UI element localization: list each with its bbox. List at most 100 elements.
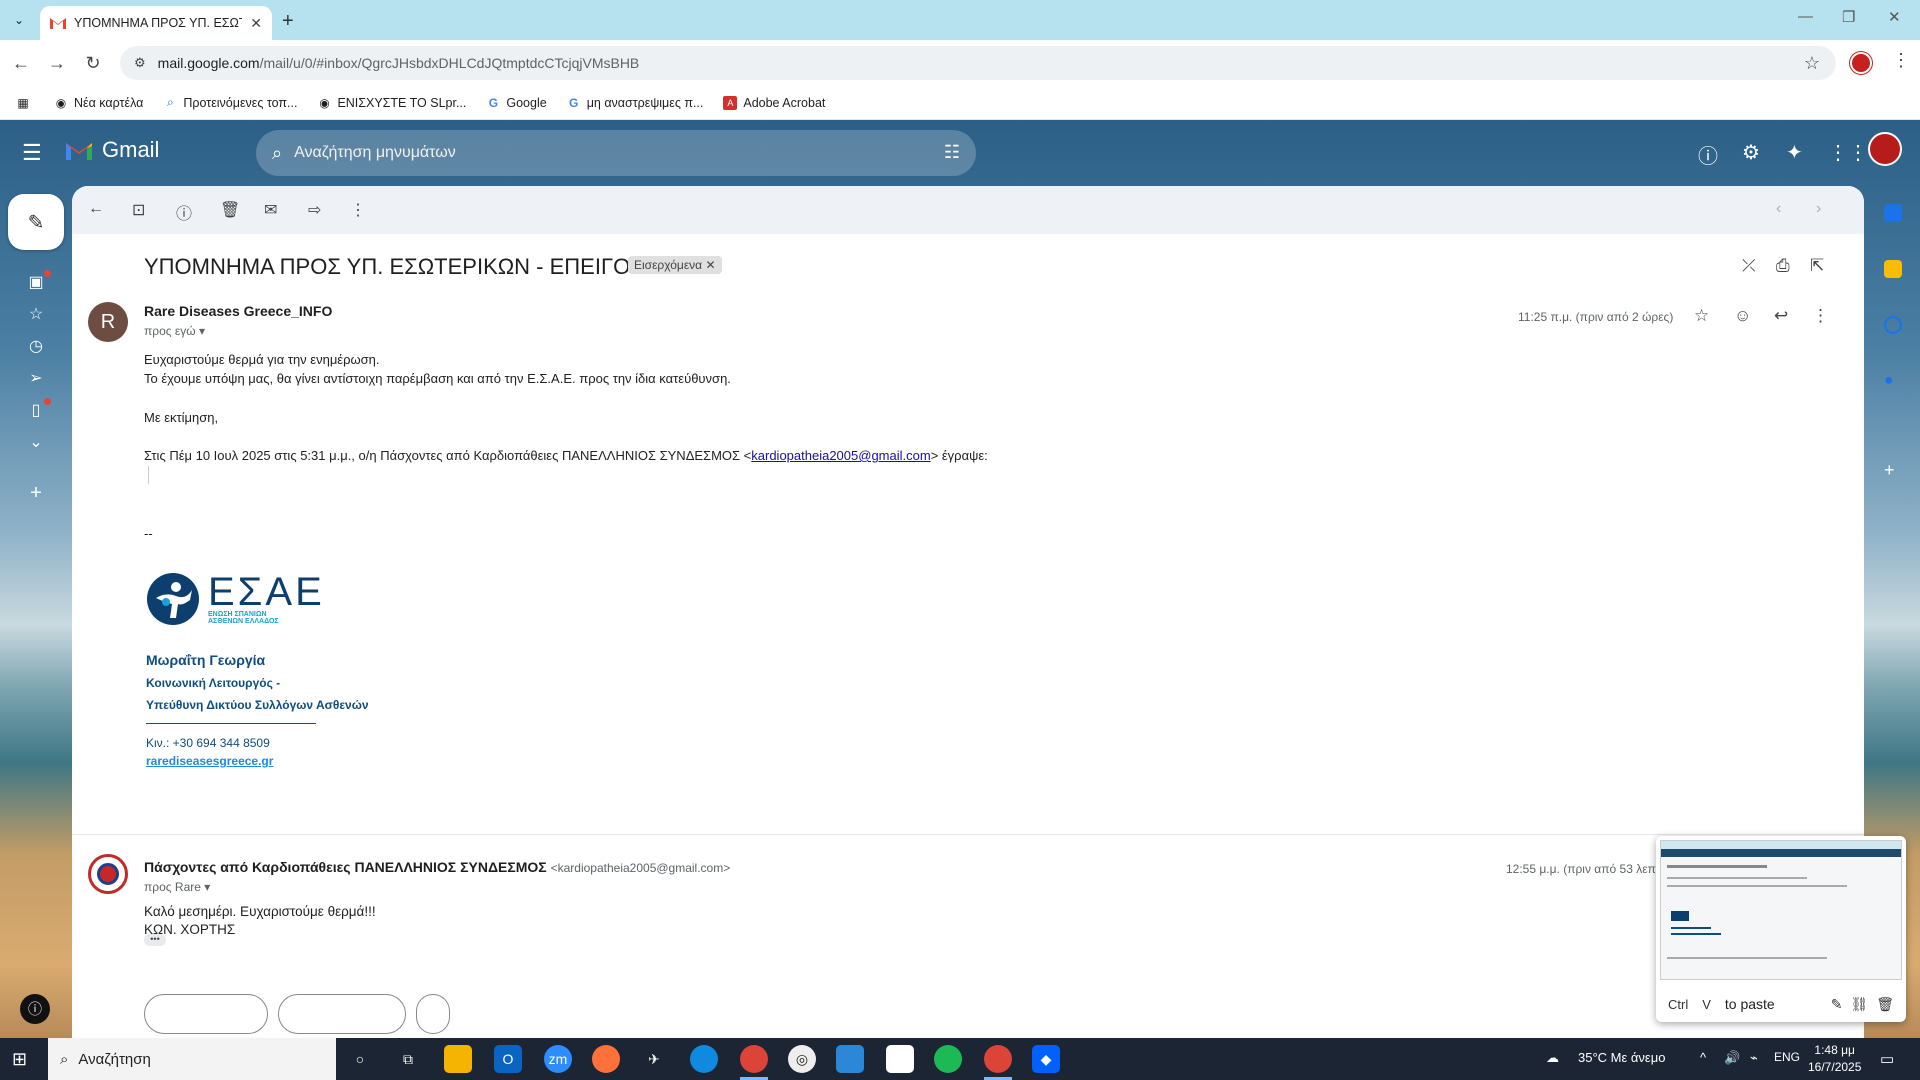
forward-button[interactable] <box>278 994 406 1034</box>
search-icon[interactable]: ⌕ <box>272 143 282 164</box>
cortana-icon[interactable]: ○ <box>346 1045 374 1073</box>
report-spam-icon[interactable]: ⓘ <box>176 200 192 224</box>
zoom-icon[interactable]: zm <box>544 1045 572 1073</box>
site-settings-icon[interactable]: ⚙ <box>134 55 146 71</box>
volume-icon[interactable]: 🔊 <box>1724 1050 1740 1066</box>
older-chevron-icon[interactable]: › <box>1816 200 1821 218</box>
account-avatar[interactable] <box>1868 132 1902 166</box>
reply-icon[interactable]: ↩ <box>1774 306 1788 326</box>
sent-icon[interactable]: ➢ <box>26 368 46 388</box>
tab-close-icon[interactable]: ✕ <box>250 15 262 32</box>
gemini-sparkle-icon[interactable]: ✦ <box>1786 140 1803 165</box>
outlook-icon[interactable]: O <box>494 1045 522 1073</box>
sender-line[interactable]: Πάσχοντες από Καρδιοπάθειες ΠΑΝΕΛΛΗΝΙΟΣ … <box>144 859 730 875</box>
move-to-icon[interactable]: ⇨ <box>308 200 321 220</box>
tab-search-chevron-icon[interactable]: ⌄ <box>6 8 32 32</box>
minimize-icon[interactable]: — <box>1798 8 1813 25</box>
chrome-menu-icon[interactable]: ⋮ <box>1892 50 1910 71</box>
bookmark-star-icon[interactable]: ☆ <box>1804 53 1820 74</box>
dropbox-icon[interactable]: ◆ <box>1032 1045 1060 1073</box>
taskbar-search-input[interactable]: Αναζήτηση <box>78 1051 150 1068</box>
weather-icon[interactable]: ☁ <box>1546 1050 1559 1066</box>
bookmark-acrobat[interactable]: A Adobe Acrobat <box>723 95 825 110</box>
clipboard-screenshot-popup[interactable]: Ctrl V to paste ✎ ⛓ 🗑 <box>1656 836 1906 1022</box>
edge-icon[interactable] <box>690 1045 718 1073</box>
search-options-icon[interactable]: ☷ <box>944 142 960 163</box>
add-addon-plus-icon[interactable]: + <box>1884 460 1902 480</box>
sender-avatar[interactable]: R <box>88 302 128 342</box>
edit-pen-icon[interactable]: ✎ <box>1831 996 1843 1013</box>
emoji-button[interactable] <box>416 994 450 1034</box>
search-input[interactable]: Αναζήτηση μηνυμάτων <box>294 144 456 162</box>
recipient-dropdown-icon[interactable]: ▾ <box>199 324 205 338</box>
mark-unread-icon[interactable]: ✉ <box>264 200 277 220</box>
back-arrow-icon[interactable]: ← <box>8 50 34 76</box>
bookmark-suggested[interactable]: ⌕ Προτεινόμενες τοπ... <box>163 95 297 110</box>
apps-grid-icon[interactable]: ▦ <box>16 96 30 110</box>
google-apps-icon[interactable]: ⋮⋮ <box>1828 140 1868 165</box>
open-new-window-icon[interactable]: ⇱ <box>1810 256 1824 276</box>
snoozed-clock-icon[interactable]: ◷ <box>26 336 46 356</box>
window-close-icon[interactable]: ✕ <box>1888 8 1901 26</box>
store-icon[interactable] <box>836 1045 864 1073</box>
reload-icon[interactable]: ↻ <box>80 50 106 76</box>
delete-icon[interactable]: 🗑 <box>1876 996 1894 1013</box>
task-view-icon[interactable]: ⧉ <box>394 1045 422 1073</box>
emoji-react-icon[interactable]: ☺ <box>1734 306 1751 326</box>
bookmark-google[interactable]: G Google <box>486 96 547 110</box>
screenshot-thumbnail[interactable] <box>1660 840 1902 980</box>
mail-search-bar[interactable]: ⌕ Αναζήτηση μηνυμάτων ☷ <box>256 130 976 176</box>
more-options-icon[interactable]: ⋮ <box>350 200 366 220</box>
newer-chevron-icon[interactable]: ‹ <box>1776 200 1781 218</box>
help-icon[interactable]: ⓘ <box>1698 140 1718 169</box>
inbox-label-chip[interactable]: Εισερχόμενα ✕ <box>628 256 722 274</box>
bookmark-new-tab[interactable]: ◉ Νέα καρτέλα <box>54 96 144 110</box>
tasks-icon[interactable] <box>1884 316 1902 334</box>
reply-button[interactable] <box>144 994 268 1034</box>
sender-avatar[interactable] <box>88 854 128 894</box>
message-more-icon[interactable]: ⋮ <box>1812 306 1829 326</box>
chrome-profile2-icon[interactable] <box>984 1045 1012 1073</box>
spotify-icon[interactable] <box>934 1045 962 1073</box>
main-menu-icon[interactable]: ☰ <box>22 140 42 166</box>
recipient-dropdown-icon[interactable]: ▾ <box>204 880 210 894</box>
back-to-inbox-icon[interactable]: ← <box>88 200 104 218</box>
compose-button[interactable]: ✎ <box>8 194 64 250</box>
delete-trash-icon[interactable]: 🗑 <box>220 200 240 220</box>
remove-label-icon[interactable]: ✕ <box>705 258 715 272</box>
firefox-icon[interactable] <box>592 1045 620 1073</box>
media-player-icon[interactable]: ◎ <box>788 1045 816 1073</box>
new-tab-button[interactable]: + <box>282 10 294 33</box>
settings-gear-icon[interactable]: ⚙ <box>1742 140 1760 165</box>
info-circle-icon[interactable]: ⓘ <box>20 994 50 1024</box>
forward-arrow-icon[interactable]: → <box>44 50 70 76</box>
windows-start-icon[interactable]: ⊞ <box>12 1049 27 1070</box>
file-explorer-icon[interactable] <box>444 1045 472 1073</box>
taskbar-search[interactable]: ⌕ Αναζήτηση <box>48 1038 336 1080</box>
collapse-all-icon[interactable]: ⤫ <box>1742 256 1756 276</box>
network-icon[interactable]: ⌁ <box>1750 1050 1758 1066</box>
show-trimmed-content-button[interactable]: ••• <box>144 934 166 946</box>
inbox-icon[interactable]: ▣ <box>26 272 46 292</box>
tray-expand-icon[interactable]: ^ <box>1700 1050 1706 1065</box>
star-icon[interactable]: ☆ <box>1694 306 1709 326</box>
recipient-line[interactable]: προς Rare ▾ <box>144 880 210 894</box>
gmail-logo[interactable]: Gmail <box>64 137 159 163</box>
steam-icon[interactable]: ✈ <box>640 1045 668 1073</box>
recipient-line[interactable]: προς εγώ ▾ <box>144 324 205 338</box>
calendar-icon[interactable] <box>1884 204 1902 222</box>
bookmark-irreversible[interactable]: Gμη αναστρεψιμες π... <box>567 96 703 110</box>
print-icon[interactable]: ⎙ <box>1776 256 1790 276</box>
browser-tab-gmail[interactable]: ΥΠΟΜΝΗΜΑ ΠΡΟΣ ΥΠ. ΕΣΩΤΕΡ ✕ <box>40 6 272 40</box>
more-chevron-icon[interactable]: ⌄ <box>26 432 46 452</box>
sender-name[interactable]: Rare Diseases Greece_INFO <box>144 303 332 319</box>
archive-icon[interactable]: ⊡ <box>132 200 145 220</box>
link-icon[interactable]: ⛓ <box>1850 996 1868 1013</box>
address-bar[interactable]: ⚙ mail.google.com/mail/u/0/#inbox/QgrcJH… <box>120 46 1836 80</box>
chrome-profile-avatar[interactable] <box>1850 52 1872 74</box>
starred-icon[interactable]: ☆ <box>26 304 46 324</box>
chrome-icon[interactable] <box>740 1045 768 1073</box>
restore-icon[interactable]: ❐ <box>1842 8 1855 26</box>
contacts-icon[interactable]: ● <box>1884 372 1902 390</box>
add-label-plus-icon[interactable]: + <box>26 482 46 505</box>
